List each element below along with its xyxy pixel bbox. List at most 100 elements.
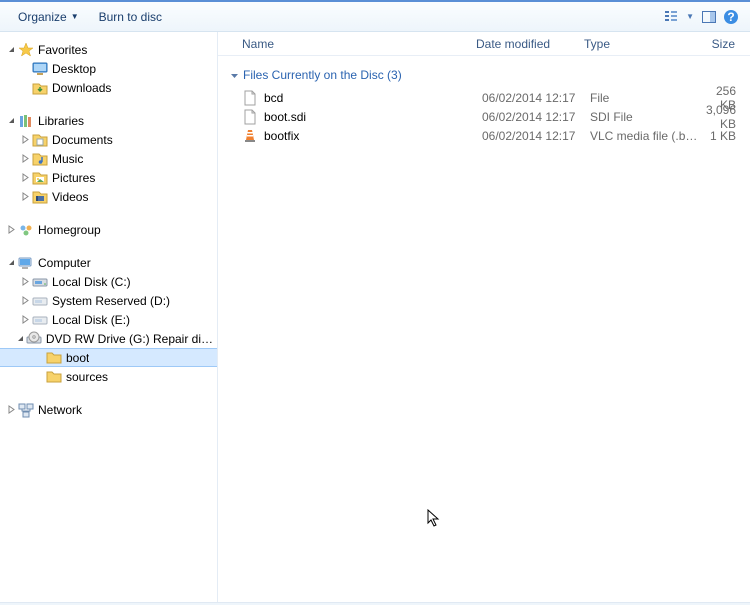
- tree-item-label: Favorites: [38, 43, 87, 57]
- burn-label: Burn to disc: [99, 10, 162, 24]
- tree-item[interactable]: Favorites: [0, 40, 217, 59]
- file-name: bootfix: [264, 129, 482, 143]
- drive-light-icon: [32, 312, 48, 328]
- file-group-header[interactable]: Files Currently on the Disc (3): [218, 62, 750, 88]
- file-row[interactable]: boot.sdi06/02/2014 12:17SDI File3,096 KB: [218, 107, 750, 126]
- help-button[interactable]: ?: [720, 6, 742, 28]
- tree-item-label: boot: [66, 351, 89, 365]
- expand-arrow-icon[interactable]: [18, 275, 32, 289]
- collapse-arrow-icon[interactable]: [4, 114, 18, 128]
- expand-arrow-icon[interactable]: [18, 171, 32, 185]
- drive-light-icon: [32, 293, 48, 309]
- expand-arrow-icon[interactable]: [4, 403, 18, 417]
- collapse-arrow-icon[interactable]: [4, 256, 18, 270]
- tree-item-label: DVD RW Drive (G:) Repair disc Windows: [46, 332, 217, 346]
- network-icon: [18, 402, 34, 418]
- tree-item-label: Network: [38, 403, 82, 417]
- file-type: File: [590, 91, 698, 105]
- file-icon: [242, 90, 258, 106]
- tree-item[interactable]: Documents: [0, 130, 217, 149]
- column-header-type[interactable]: Type: [576, 37, 684, 51]
- dropdown-arrow-icon: ▼: [686, 12, 694, 21]
- svg-text:?: ?: [727, 10, 734, 24]
- column-header-date[interactable]: Date modified: [468, 37, 576, 51]
- tree-item[interactable]: Libraries: [0, 111, 217, 130]
- view-options-button[interactable]: [660, 6, 682, 28]
- expand-arrow-icon[interactable]: [4, 223, 18, 237]
- folder-icon: [46, 350, 62, 366]
- drive-icon: [32, 274, 48, 290]
- vidlib-icon: [32, 189, 48, 205]
- dvd-icon: [26, 331, 42, 347]
- tree-item-label: Desktop: [52, 62, 96, 76]
- dropdown-arrow-icon: ▼: [71, 12, 79, 21]
- tree-item[interactable]: Homegroup: [0, 220, 217, 239]
- toolbar: Organize ▼ Burn to disc ▼ ?: [0, 2, 750, 32]
- file-size: 1 KB: [698, 129, 750, 143]
- piclib-icon: [32, 170, 48, 186]
- expand-arrow-icon[interactable]: [18, 152, 32, 166]
- tree-item-label: Local Disk (C:): [52, 275, 131, 289]
- expand-arrow-icon[interactable]: [18, 133, 32, 147]
- tree-item[interactable]: Downloads: [0, 78, 217, 97]
- file-list[interactable]: Files Currently on the Disc (3) bcd06/02…: [218, 56, 750, 602]
- organize-button[interactable]: Organize ▼: [8, 6, 89, 28]
- file-row[interactable]: bootfix06/02/2014 12:17VLC media file (.…: [218, 126, 750, 145]
- musiclib-icon: [32, 151, 48, 167]
- tree-item[interactable]: Videos: [0, 187, 217, 206]
- navigation-pane[interactable]: Favorites Desktop Downloads Libraries Docume…: [0, 32, 218, 602]
- expand-arrow-icon[interactable]: [18, 190, 32, 204]
- expand-arrow-icon[interactable]: [18, 294, 32, 308]
- preview-pane-icon: [701, 9, 717, 25]
- organize-label: Organize: [18, 10, 67, 24]
- file-name: bcd: [264, 91, 482, 105]
- tree-item[interactable]: Desktop: [0, 59, 217, 78]
- tree-item[interactable]: Network: [0, 400, 217, 419]
- file-row[interactable]: bcd06/02/2014 12:17File256 KB: [218, 88, 750, 107]
- view-icon: [663, 9, 679, 25]
- tree-item-label: Documents: [52, 133, 113, 147]
- column-header-size[interactable]: Size: [684, 37, 750, 51]
- column-header-name[interactable]: Name: [234, 37, 468, 51]
- tree-item[interactable]: Pictures: [0, 168, 217, 187]
- tree-item[interactable]: Local Disk (E:): [0, 310, 217, 329]
- tree-item-label: Local Disk (E:): [52, 313, 130, 327]
- tree-item[interactable]: DVD RW Drive (G:) Repair disc Windows: [0, 329, 217, 348]
- help-icon: ?: [723, 9, 739, 25]
- burn-to-disc-button[interactable]: Burn to disc: [89, 6, 172, 28]
- tree-item-label: System Reserved (D:): [52, 294, 170, 308]
- expand-arrow-icon[interactable]: [18, 313, 32, 327]
- content-pane: Name Date modified Type Size Files Curre…: [218, 32, 750, 602]
- tree-item-label: Music: [52, 152, 83, 166]
- tree-item-label: Libraries: [38, 114, 84, 128]
- file-icon: [242, 109, 258, 125]
- collapse-arrow-icon[interactable]: [15, 332, 26, 346]
- tree-item-label: Videos: [52, 190, 88, 204]
- downloads-icon: [32, 80, 48, 96]
- file-type: SDI File: [590, 110, 698, 124]
- file-name: boot.sdi: [264, 110, 482, 124]
- file-date: 06/02/2014 12:17: [482, 129, 590, 143]
- tree-item-label: Downloads: [52, 81, 111, 95]
- tree-item-label: Computer: [38, 256, 91, 270]
- tree-item[interactable]: Music: [0, 149, 217, 168]
- tree-item[interactable]: sources: [0, 367, 217, 386]
- file-date: 06/02/2014 12:17: [482, 110, 590, 124]
- desktop-icon: [32, 61, 48, 77]
- tree-item[interactable]: Local Disk (C:): [0, 272, 217, 291]
- tree-item[interactable]: System Reserved (D:): [0, 291, 217, 310]
- preview-pane-button[interactable]: [698, 6, 720, 28]
- vlc-icon: [242, 128, 258, 144]
- star-icon: [18, 42, 34, 58]
- collapse-arrow-icon[interactable]: [4, 43, 18, 57]
- file-size: 3,096 KB: [698, 103, 750, 131]
- group-header-label: Files Currently on the Disc (3): [243, 68, 402, 82]
- library-icon: [18, 113, 34, 129]
- doclib-icon: [32, 132, 48, 148]
- tree-item-label: Pictures: [52, 171, 95, 185]
- tree-item[interactable]: boot: [0, 348, 217, 367]
- tree-item-label: Homegroup: [38, 223, 101, 237]
- tree-item-label: sources: [66, 370, 108, 384]
- tree-item[interactable]: Computer: [0, 253, 217, 272]
- homegroup-icon: [18, 222, 34, 238]
